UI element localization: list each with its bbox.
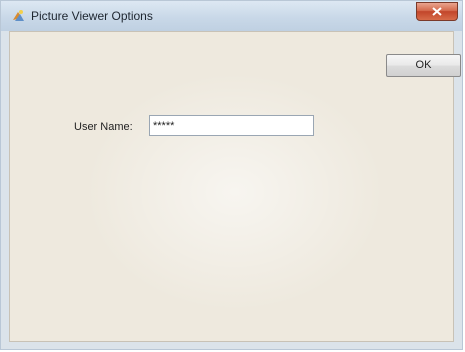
window-title: Picture Viewer Options	[31, 9, 153, 23]
ok-button[interactable]: OK	[386, 54, 461, 77]
close-button[interactable]	[416, 2, 458, 21]
dialog-client-area: OK User Name:	[9, 31, 461, 342]
picture-viewer-icon	[10, 8, 26, 24]
user-name-label: User Name:	[74, 121, 133, 133]
picture-viewer-options-window: Picture Viewer Options OK User Name:	[0, 0, 463, 350]
title-bar[interactable]: Picture Viewer Options	[1, 1, 462, 31]
user-name-input[interactable]	[149, 115, 314, 136]
